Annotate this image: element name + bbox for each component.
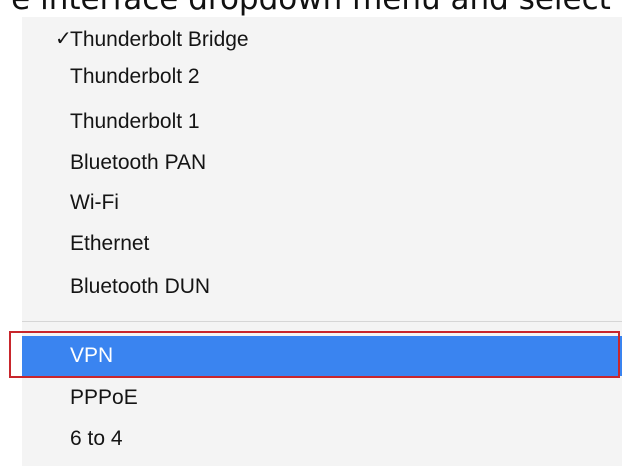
menu-item-label: Bluetooth PAN [70, 151, 207, 174]
menu-item-pppoe[interactable]: PPPoE [22, 377, 622, 418]
menu-item-label: PPPoE [70, 386, 138, 409]
menu-item-label: Bluetooth DUN [70, 275, 211, 298]
menu-item-label: Thunderbolt 2 [70, 65, 200, 88]
menu-item-thunderbolt-2[interactable]: Thunderbolt 2 [22, 56, 622, 97]
menu-item-label: Ethernet [70, 232, 150, 255]
menu-item-6-to-4[interactable]: 6 to 4 [22, 418, 622, 459]
annotation-highlight-box [9, 331, 620, 378]
menu-item-label: 6 to 4 [70, 427, 123, 450]
menu-item-bluetooth-pan[interactable]: Bluetooth PAN [22, 142, 622, 183]
interface-dropdown-menu: ✓ Thunderbolt Bridge Thunderbolt 2 Thund… [22, 17, 622, 466]
menu-item-label: Wi-Fi [70, 191, 119, 214]
menu-item-label: Thunderbolt 1 [70, 110, 200, 133]
menu-item-ethernet[interactable]: Ethernet [22, 223, 622, 264]
menu-item-thunderbolt-bridge[interactable]: ✓ Thunderbolt Bridge [22, 19, 622, 60]
menu-item-wi-fi[interactable]: Wi-Fi [22, 182, 622, 223]
menu-item-label: Thunderbolt Bridge [70, 28, 249, 51]
menu-item-thunderbolt-1[interactable]: Thunderbolt 1 [22, 101, 622, 142]
menu-item-bluetooth-dun[interactable]: Bluetooth DUN [22, 266, 622, 307]
menu-separator [22, 321, 622, 322]
